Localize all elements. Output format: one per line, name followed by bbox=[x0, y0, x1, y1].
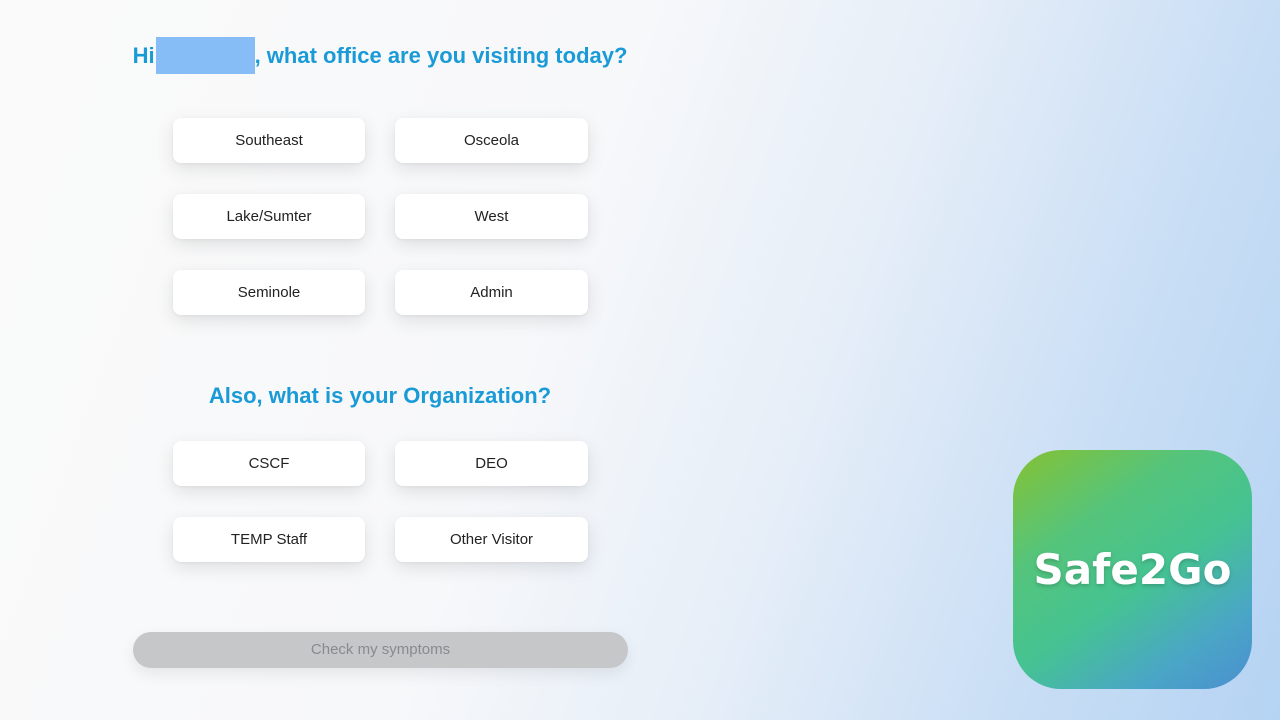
organization-option-other-visitor[interactable]: Other Visitor bbox=[395, 517, 588, 562]
check-symptoms-button[interactable]: Check my symptoms bbox=[133, 632, 628, 668]
office-question-heading: Hi , what office are you visiting today? bbox=[130, 37, 630, 74]
organization-question-heading: Also, what is your Organization? bbox=[208, 383, 552, 408]
office-option-seminole[interactable]: Seminole bbox=[173, 270, 365, 315]
office-option-southeast[interactable]: Southeast bbox=[173, 118, 365, 163]
office-option-admin[interactable]: Admin bbox=[395, 270, 588, 315]
logo-text: Safe2Go bbox=[1033, 545, 1232, 594]
organization-option-cscf[interactable]: CSCF bbox=[173, 441, 365, 486]
organization-option-deo[interactable]: DEO bbox=[395, 441, 588, 486]
redacted-name bbox=[155, 37, 255, 74]
office-option-osceola[interactable]: Osceola bbox=[395, 118, 588, 163]
checkin-panel: Hi, what office are you visiting today? … bbox=[130, 0, 630, 720]
safe2go-logo: Safe2Go bbox=[1013, 450, 1252, 689]
office-question-text: , what office are you visiting today? bbox=[254, 43, 628, 68]
organization-option-temp-staff[interactable]: TEMP Staff bbox=[173, 517, 365, 562]
greeting-text: Hi bbox=[132, 43, 155, 68]
office-option-west[interactable]: West bbox=[395, 194, 588, 239]
office-option-lake-sumter[interactable]: Lake/Sumter bbox=[173, 194, 365, 239]
